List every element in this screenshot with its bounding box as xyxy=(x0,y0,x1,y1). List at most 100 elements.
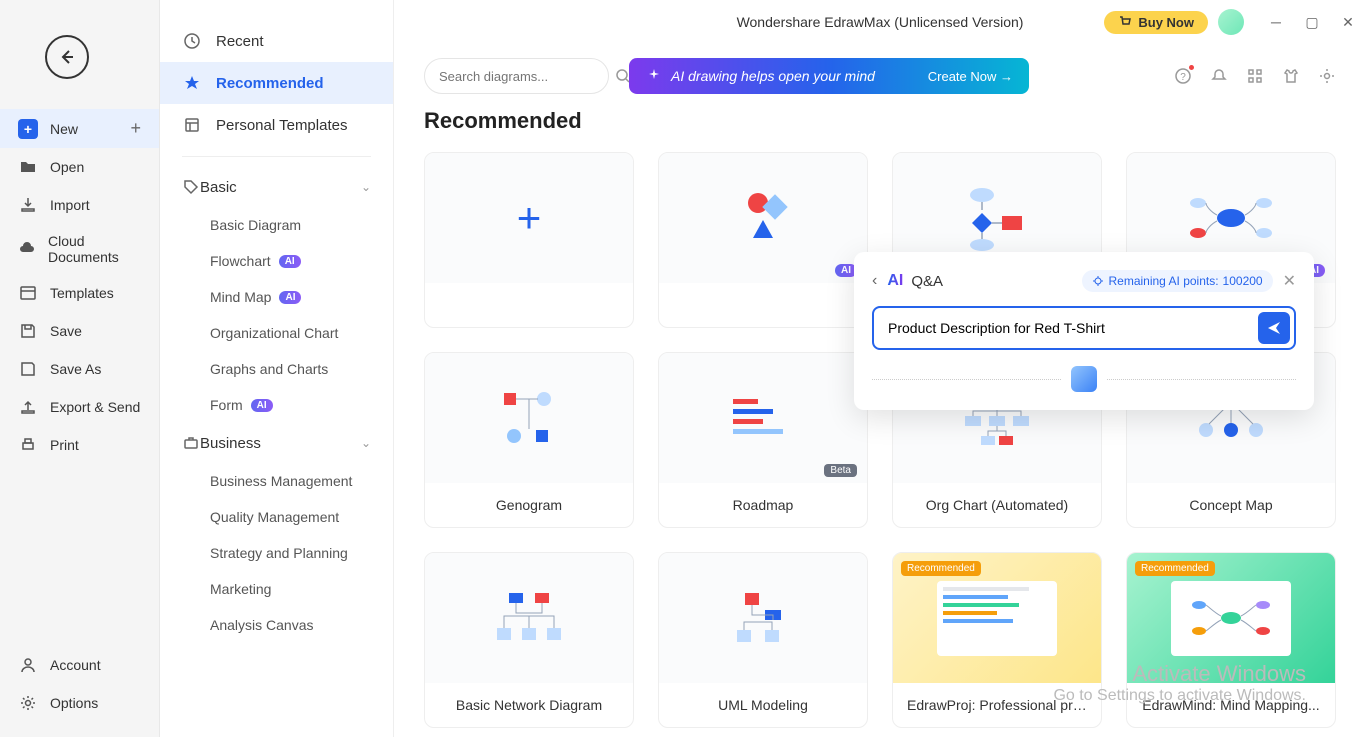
svg-text:?: ? xyxy=(1180,72,1186,83)
plus-icon: + xyxy=(130,118,141,139)
side-recommended[interactable]: Recommended xyxy=(160,62,393,104)
sub-basic-diagram[interactable]: Basic Diagram xyxy=(160,207,393,243)
ai-qa-dialog: ‹ AI Q&A Remaining AI points: 100200 ✕ xyxy=(854,252,1314,410)
sub-quality-mgmt[interactable]: Quality Management xyxy=(160,499,393,535)
ai-send-button[interactable] xyxy=(1258,312,1290,344)
divider xyxy=(182,156,371,157)
star-icon xyxy=(182,73,202,93)
card-network[interactable]: Basic Network Diagram xyxy=(424,552,634,728)
ai-prompt-input[interactable] xyxy=(878,312,1258,344)
folder-icon xyxy=(18,157,38,177)
sub-org-chart[interactable]: Organizational Chart xyxy=(160,315,393,351)
sub-form[interactable]: FormAI xyxy=(160,387,393,423)
shirt-icon[interactable] xyxy=(1282,67,1300,85)
avatar[interactable] xyxy=(1218,9,1244,35)
card-genogram[interactable]: Genogram xyxy=(424,352,634,528)
card-blank[interactable]: + xyxy=(424,152,634,328)
user-icon xyxy=(18,655,38,675)
search-box[interactable] xyxy=(424,58,609,94)
nav-print[interactable]: Print xyxy=(0,426,159,464)
nav-label: Save As xyxy=(50,361,101,377)
nav-new[interactable]: + New + xyxy=(0,109,159,148)
dialog-back-button[interactable]: ‹ xyxy=(872,272,877,290)
card-grid: + AI AI Basic Flowchart xyxy=(424,152,1336,728)
app-title: Wondershare EdrawMax (Unlicensed Version… xyxy=(737,14,1024,30)
tag-icon xyxy=(182,178,200,196)
section-title: Recommended xyxy=(424,108,1336,134)
flowchart-icon xyxy=(957,183,1037,253)
search-input[interactable] xyxy=(439,69,615,84)
card-roadmap[interactable]: Beta Roadmap xyxy=(658,352,868,528)
ai-banner[interactable]: AI drawing helps open your mind Create N… xyxy=(629,58,1029,94)
nav-templates[interactable]: Templates xyxy=(0,274,159,312)
category-label: Business xyxy=(200,435,261,452)
nav-export[interactable]: Export & Send xyxy=(0,388,159,426)
sidebar-narrow: + New + Open Import Cloud Documents Temp… xyxy=(0,0,160,737)
card-uml[interactable]: UML Modeling xyxy=(658,552,868,728)
create-now-label: Create Now → xyxy=(928,69,1013,84)
recommended-badge: Recommended xyxy=(901,561,981,576)
sidebar-wide: Recent Recommended Personal Templates Ba… xyxy=(160,0,394,737)
thumb-gantt xyxy=(937,581,1057,656)
save-as-icon xyxy=(18,359,38,379)
arrow-left-icon xyxy=(57,47,77,67)
gear-icon xyxy=(18,693,38,713)
category-business[interactable]: Business ⌄ xyxy=(160,423,393,463)
side-label: Recent xyxy=(216,33,264,50)
sparkle-icon xyxy=(645,67,663,85)
apps-icon[interactable] xyxy=(1246,67,1264,85)
chevron-down-icon: ⌄ xyxy=(361,180,371,194)
settings-icon[interactable] xyxy=(1318,67,1336,85)
chevron-down-icon: ⌄ xyxy=(361,436,371,450)
dialog-title: Q&A xyxy=(911,273,943,290)
side-label: Recommended xyxy=(216,75,324,92)
nav-label: Open xyxy=(50,159,84,175)
nav-import[interactable]: Import xyxy=(0,186,159,224)
help-icon[interactable]: ? xyxy=(1174,67,1192,85)
import-icon xyxy=(18,195,38,215)
sub-flowchart[interactable]: FlowchartAI xyxy=(160,243,393,279)
category-basic[interactable]: Basic ⌄ xyxy=(160,167,393,207)
sub-graphs[interactable]: Graphs and Charts xyxy=(160,351,393,387)
nav-label: Cloud Documents xyxy=(48,233,141,265)
minimize-button[interactable]: ─ xyxy=(1258,0,1294,44)
card-edrawproj[interactable]: Recommended EdrawProj: Professional proj… xyxy=(892,552,1102,728)
main-area: Wondershare EdrawMax (Unlicensed Version… xyxy=(394,0,1366,737)
ai-badge: AI xyxy=(251,399,273,412)
sub-marketing[interactable]: Marketing xyxy=(160,571,393,607)
maximize-button[interactable]: ▢ xyxy=(1294,0,1330,44)
nav-label: New xyxy=(50,121,78,137)
sub-analysis[interactable]: Analysis Canvas xyxy=(160,607,393,643)
sub-mindmap[interactable]: Mind MapAI xyxy=(160,279,393,315)
side-label: Personal Templates xyxy=(216,117,347,134)
bell-icon[interactable] xyxy=(1210,67,1228,85)
ai-points-badge[interactable]: Remaining AI points: 100200 xyxy=(1082,270,1272,292)
card-edrawmind[interactable]: Recommended EdrawMind: Mind Mapping... xyxy=(1126,552,1336,728)
nav-label: Options xyxy=(50,695,98,711)
send-icon xyxy=(1266,320,1282,336)
nav-options[interactable]: Options xyxy=(0,684,159,722)
card-shapes[interactable]: AI xyxy=(658,152,868,328)
clock-icon xyxy=(182,31,202,51)
side-personal-templates[interactable]: Personal Templates xyxy=(160,104,393,146)
nav-account[interactable]: Account xyxy=(0,646,159,684)
buy-now-button[interactable]: Buy Now xyxy=(1104,11,1208,34)
ai-logo: AI xyxy=(887,272,903,290)
beta-badge: Beta xyxy=(824,464,857,477)
dialog-close-button[interactable]: ✕ xyxy=(1283,271,1296,291)
nav-open[interactable]: Open xyxy=(0,148,159,186)
nav-cloud[interactable]: Cloud Documents xyxy=(0,224,159,274)
sub-business-mgmt[interactable]: Business Management xyxy=(160,463,393,499)
sub-strategy[interactable]: Strategy and Planning xyxy=(160,535,393,571)
side-recent[interactable]: Recent xyxy=(160,20,393,62)
close-button[interactable]: ✕ xyxy=(1330,0,1366,44)
export-icon xyxy=(18,397,38,417)
nav-save[interactable]: Save xyxy=(0,312,159,350)
back-button[interactable] xyxy=(45,35,89,79)
nav-save-as[interactable]: Save As xyxy=(0,350,159,388)
templates-icon xyxy=(18,283,38,303)
nav-label: Export & Send xyxy=(50,399,140,415)
template-icon xyxy=(182,115,202,135)
cart-icon xyxy=(1118,15,1132,29)
nav-label: Save xyxy=(50,323,82,339)
